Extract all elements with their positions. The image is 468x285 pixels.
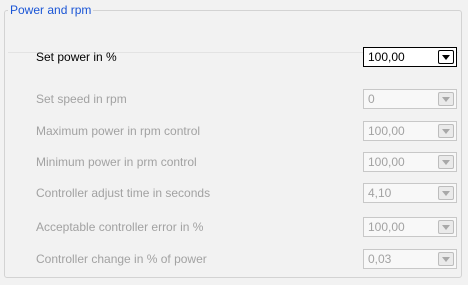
set-power-label: Set power in % — [36, 50, 117, 64]
acceptable-error-label: Acceptable controller error in % — [36, 220, 204, 234]
acceptable-error-combo[interactable]: 100,00 — [363, 217, 457, 237]
max-power-rpm-combo[interactable]: 100,00 — [363, 121, 457, 141]
set-speed-label: Set speed in rpm — [36, 92, 127, 106]
chevron-down-icon[interactable] — [438, 92, 454, 106]
min-power-prm-value: 100,00 — [368, 155, 405, 169]
controller-adjust-time-value: 4,10 — [368, 186, 392, 200]
controller-change-combo[interactable]: 0,03 — [363, 249, 457, 269]
controller-change-label: Controller change in % of power — [36, 252, 207, 266]
set-power-value: 100,00 — [368, 50, 405, 64]
set-speed-value: 0 — [368, 92, 375, 106]
controller-change-value: 0,03 — [368, 252, 392, 266]
group-title: Power and rpm — [8, 3, 94, 17]
set-speed-combo[interactable]: 0 — [363, 89, 457, 109]
chevron-down-icon[interactable] — [438, 252, 454, 266]
chevron-down-icon[interactable] — [438, 124, 454, 138]
controller-adjust-time-label: Controller adjust time in seconds — [36, 186, 211, 200]
min-power-prm-label: Minimum power in prm control — [36, 155, 197, 169]
max-power-rpm-label: Maximum power in rpm control — [36, 124, 201, 138]
min-power-prm-combo[interactable]: 100,00 — [363, 152, 457, 172]
chevron-down-icon[interactable] — [438, 220, 454, 234]
chevron-down-icon[interactable] — [438, 155, 454, 169]
chevron-down-icon[interactable] — [438, 50, 454, 64]
controller-adjust-time-combo[interactable]: 4,10 — [363, 183, 457, 203]
acceptable-error-value: 100,00 — [368, 220, 405, 234]
set-power-combo[interactable]: 100,00 — [363, 47, 457, 67]
chevron-down-icon[interactable] — [438, 186, 454, 200]
max-power-rpm-value: 100,00 — [368, 124, 405, 138]
